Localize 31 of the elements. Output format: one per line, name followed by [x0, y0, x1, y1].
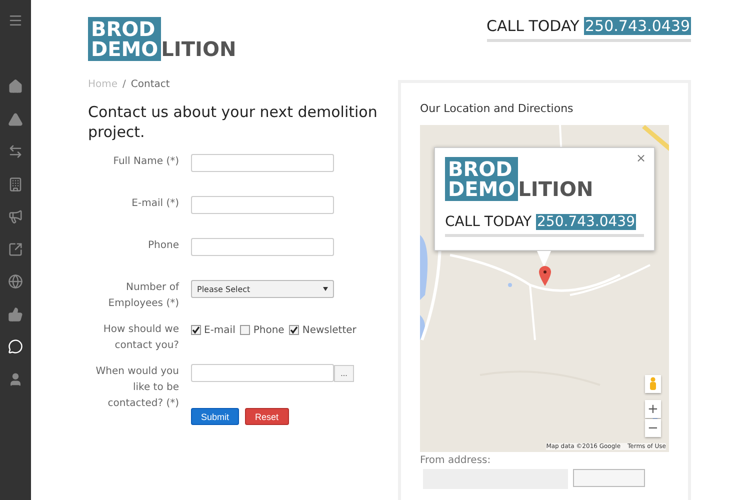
- picker-button[interactable]: ...: [334, 365, 354, 382]
- zoom-in-button[interactable]: +: [645, 400, 661, 418]
- zoom-out-button[interactable]: −: [645, 419, 661, 437]
- field-label: Phone: [147, 239, 179, 253]
- checkbox[interactable]: [289, 325, 300, 335]
- form-title: Contact us about your next demolition project.: [88, 103, 378, 142]
- checkbox[interactable]: [240, 325, 250, 335]
- field-label: How should we contact you?: [102, 323, 179, 353]
- map-pin-icon: [539, 266, 551, 286]
- from-address-label: From address:: [420, 455, 492, 466]
- reset-button[interactable]: Reset: [245, 408, 289, 425]
- date-field[interactable]: [191, 364, 334, 382]
- text-field[interactable]: [191, 238, 334, 256]
- field-label: When would you like to be contacted? (*): [94, 365, 179, 411]
- logo: BROD DEMO LITION: [88, 17, 236, 61]
- caret-icon: [323, 287, 328, 291]
- checkbox-label: E-mail: [204, 324, 236, 336]
- breadcrumb-separator: /: [122, 79, 126, 90]
- checkbox-label: Phone: [253, 324, 284, 336]
- submit-button[interactable]: Submit: [191, 408, 240, 425]
- checkbox-label: Newsletter: [302, 324, 356, 336]
- text-field[interactable]: [191, 196, 334, 214]
- select-field[interactable]: Please Select: [191, 280, 334, 298]
- field-label: E-mail (*): [130, 197, 179, 211]
- call-today-phone: CALL TODAY 250.743.0439: [445, 214, 644, 237]
- call-today-phone: CALL TODAY 250.743.0439: [486, 17, 691, 42]
- field-label: Full Name (*): [112, 155, 179, 169]
- checkbox[interactable]: [191, 325, 201, 335]
- panel-title: Our Location and Directions: [420, 102, 574, 115]
- text-field[interactable]: [191, 154, 334, 172]
- field-label: Number of Employees (*): [107, 281, 179, 311]
